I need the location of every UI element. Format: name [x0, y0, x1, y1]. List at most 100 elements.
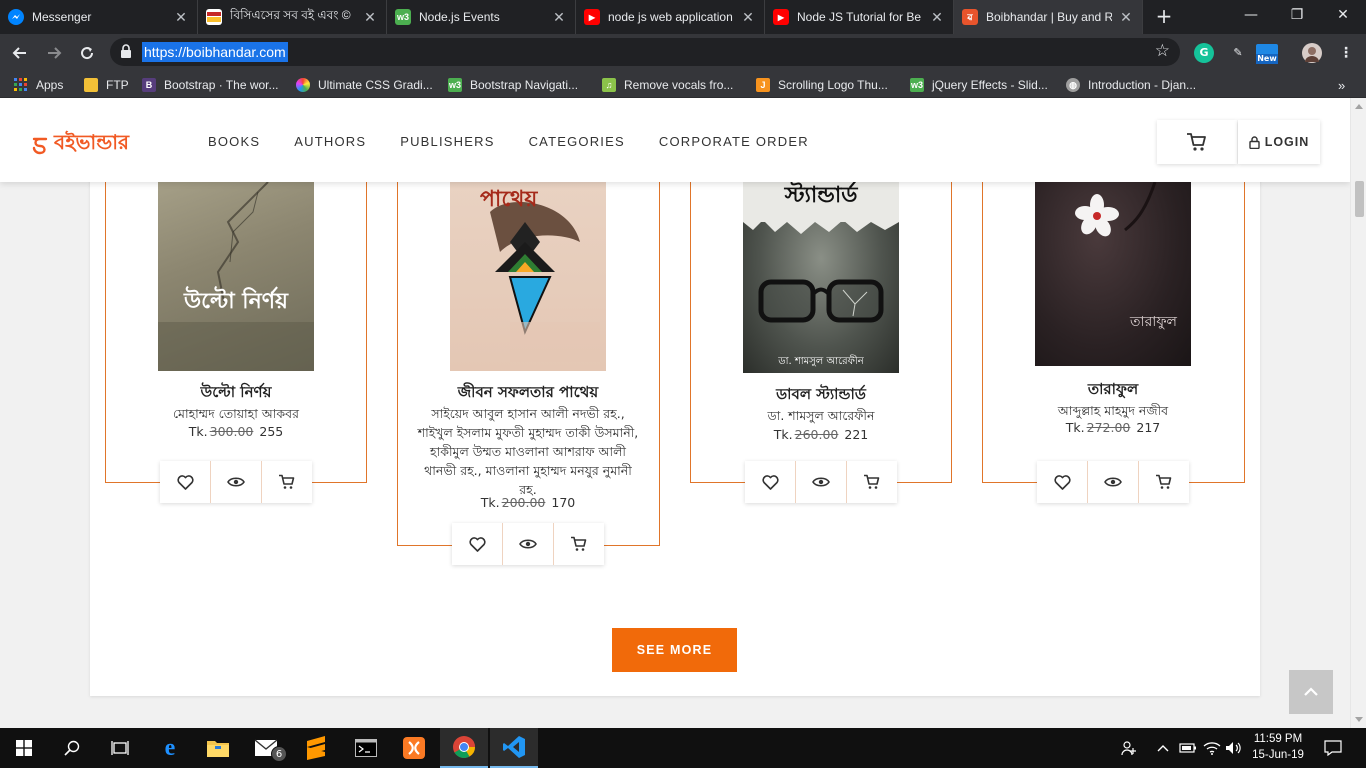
- taskbar-vscode[interactable]: [490, 728, 538, 768]
- login-button[interactable]: LOGIN: [1238, 120, 1320, 164]
- bookmark-bootstrap[interactable]: B Bootstrap · The wor...: [142, 76, 279, 94]
- book-title[interactable]: তারাফুল: [982, 378, 1244, 403]
- wifi-icon[interactable]: [1202, 728, 1222, 768]
- grammarly-extension-icon[interactable]: G: [1194, 43, 1214, 63]
- tab-nodejs-events[interactable]: w3 Node.js Events ✕: [387, 0, 576, 34]
- menu-kebab-icon[interactable]: ⋮: [1336, 43, 1356, 63]
- nav-corporate-order[interactable]: CORPORATE ORDER: [659, 134, 809, 149]
- bookmark-django-intro[interactable]: ◍ Introduction - Djan...: [1066, 76, 1196, 94]
- quick-view-button[interactable]: [211, 461, 262, 503]
- bookmark-star-icon[interactable]: ☆: [1155, 41, 1170, 61]
- tab-boibhandar[interactable]: ৱ Boibhandar | Buy and R ✕: [954, 0, 1143, 34]
- system-clock[interactable]: 11:59 PM 15-Jun-19: [1246, 731, 1310, 763]
- scroll-up-arrow-icon[interactable]: [1355, 104, 1363, 109]
- scrollbar-thumb[interactable]: [1355, 181, 1364, 217]
- profile-avatar[interactable]: [1302, 43, 1322, 63]
- close-tab-icon[interactable]: ✕: [173, 9, 189, 26]
- apps-grid-icon: [14, 78, 28, 92]
- close-tab-icon[interactable]: ✕: [929, 9, 945, 26]
- bookmark-apps[interactable]: Apps: [14, 76, 63, 94]
- nav-books[interactable]: BOOKS: [208, 134, 260, 149]
- bookmark-ftp[interactable]: FTP: [84, 76, 129, 94]
- taskbar-file-explorer[interactable]: [194, 728, 242, 768]
- close-tab-icon[interactable]: ✕: [362, 9, 378, 26]
- close-tab-icon[interactable]: ✕: [551, 9, 567, 26]
- close-tab-icon[interactable]: ✕: [740, 9, 756, 26]
- cover-author: ডা. শামসুল আরেফীন: [778, 356, 864, 367]
- bookmark-css-gradient[interactable]: Ultimate CSS Gradi...: [296, 76, 433, 94]
- new-extension-icon[interactable]: New: [1256, 44, 1278, 64]
- url-text[interactable]: https://boibhandar.com: [142, 42, 288, 62]
- close-window-button[interactable]: ✕: [1320, 0, 1366, 32]
- taskbar-chrome[interactable]: [440, 728, 488, 768]
- quick-view-button[interactable]: [796, 461, 847, 503]
- bookmark-label: Apps: [36, 78, 64, 92]
- book-author[interactable]: আব্দুল্লাহ মাহমুদ নজীব: [1002, 401, 1224, 420]
- tab-node-web-app[interactable]: ▶ node js web application ✕: [576, 0, 765, 34]
- bookmark-remove-vocals[interactable]: ♫ Remove vocals fro...: [602, 76, 733, 94]
- bookmark-jquery-effects[interactable]: w3 jQuery Effects - Slid...: [910, 76, 1048, 94]
- book-cover-image[interactable]: পাথেয়: [450, 182, 606, 371]
- more-bookmarks-chevron-icon[interactable]: »: [1338, 76, 1345, 94]
- wishlist-button[interactable]: [452, 523, 503, 565]
- forward-button[interactable]: [42, 41, 66, 65]
- close-tab-icon[interactable]: ✕: [1118, 9, 1134, 26]
- nav-authors[interactable]: AUTHORS: [294, 134, 366, 149]
- scroll-down-arrow-icon[interactable]: [1355, 717, 1363, 722]
- tab-messenger[interactable]: Messenger ✕: [0, 0, 198, 34]
- taskbar-terminal[interactable]: [342, 728, 390, 768]
- battery-icon[interactable]: [1178, 728, 1198, 768]
- book-author[interactable]: ডা. শামসুল আরেফীন: [710, 406, 932, 425]
- book-cover-image[interactable]: তারাফুল: [1035, 182, 1191, 366]
- add-to-cart-button[interactable]: [1139, 461, 1189, 503]
- new-tab-button[interactable]: +: [1152, 5, 1176, 29]
- add-to-cart-button[interactable]: [554, 523, 604, 565]
- taskbar-xampp[interactable]: [390, 728, 438, 768]
- back-button[interactable]: [8, 41, 32, 65]
- add-to-cart-button[interactable]: [847, 461, 897, 503]
- book-cover-image[interactable]: স্ট্যান্ডার্ড ডা. শামসুল আরেফীন: [743, 182, 899, 373]
- bookmark-scrolling-logo[interactable]: J Scrolling Logo Thu...: [756, 76, 888, 94]
- bookmark-bootstrap-nav[interactable]: w3 Bootstrap Navigati...: [448, 76, 578, 94]
- address-bar[interactable]: https://boibhandar.com ☆: [110, 38, 1180, 66]
- youtube-icon: ▶: [584, 9, 600, 25]
- reload-button[interactable]: [75, 41, 99, 65]
- wishlist-button[interactable]: [745, 461, 796, 503]
- w3schools-icon: w3: [448, 78, 462, 92]
- quick-view-button[interactable]: [503, 523, 554, 565]
- wishlist-button[interactable]: [160, 461, 211, 503]
- book-author[interactable]: মোহাম্মদ তোয়াহা আকবর: [125, 404, 347, 423]
- site-logo[interactable]: বইভান্ডার: [30, 128, 129, 161]
- gradient-icon: [296, 78, 310, 92]
- page-scrollbar[interactable]: [1350, 98, 1366, 728]
- book-title[interactable]: জীবন সফলতার পাথেয়: [397, 381, 659, 406]
- tab-node-tutorial[interactable]: ▶ Node JS Tutorial for Be ✕: [765, 0, 954, 34]
- add-to-cart-button[interactable]: [262, 461, 312, 503]
- search-button[interactable]: [48, 728, 96, 768]
- book-cover-image[interactable]: উল্টো নির্ণয়: [158, 182, 314, 371]
- restore-button[interactable]: ❐: [1274, 0, 1320, 32]
- task-view-button[interactable]: [96, 728, 144, 768]
- eyedropper-extension-icon[interactable]: ✎: [1228, 43, 1248, 63]
- notification-center-icon[interactable]: [1320, 728, 1346, 768]
- nav-publishers[interactable]: PUBLISHERS: [400, 134, 494, 149]
- volume-icon[interactable]: [1224, 728, 1244, 768]
- people-icon[interactable]: [1118, 728, 1140, 768]
- wishlist-button[interactable]: [1037, 461, 1088, 503]
- header-cart-button[interactable]: [1157, 120, 1237, 164]
- nav-categories[interactable]: CATEGORIES: [529, 134, 625, 149]
- book-title[interactable]: উল্টো নির্ণয়: [105, 381, 367, 406]
- start-button[interactable]: [0, 728, 48, 768]
- quick-view-button[interactable]: [1088, 461, 1139, 503]
- back-to-top-button[interactable]: [1289, 670, 1333, 714]
- taskbar-mail[interactable]: 6: [242, 728, 290, 768]
- mail-badge: 6: [271, 746, 287, 762]
- minimize-button[interactable]: —: [1228, 0, 1274, 32]
- chevron-up-icon[interactable]: [1154, 728, 1172, 768]
- book-author[interactable]: সাইয়েদ আবুল হাসান আলী নদভী রহ., শাইখুল …: [417, 404, 639, 499]
- taskbar-sublime-text[interactable]: [292, 728, 340, 768]
- taskbar-edge[interactable]: e: [146, 728, 194, 768]
- tab-bcs-books[interactable]: বিসিএসের সব বই এবং © ✕: [198, 0, 387, 34]
- book-title[interactable]: ডাবল স্ট্যান্ডার্ড: [690, 383, 952, 408]
- see-more-button[interactable]: SEE MORE: [612, 628, 737, 672]
